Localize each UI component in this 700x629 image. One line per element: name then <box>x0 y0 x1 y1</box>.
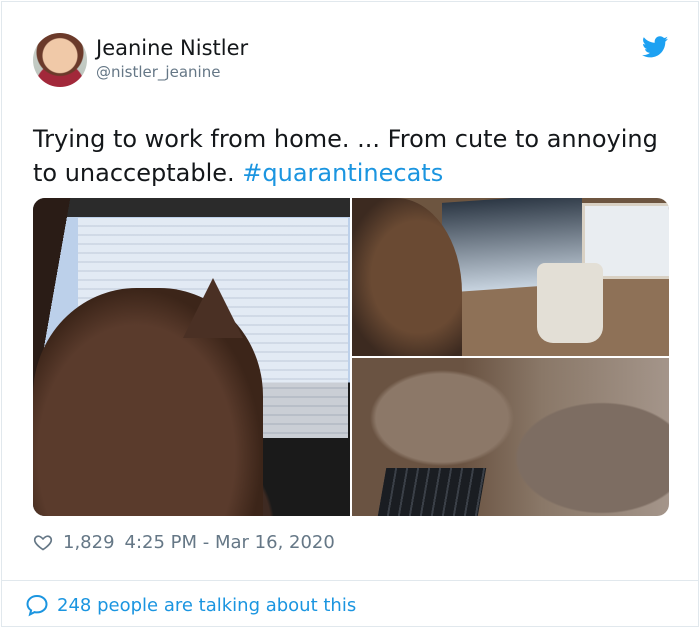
tweet-text: Trying to work from home. ... From cute … <box>33 122 673 190</box>
twitter-bird-icon[interactable] <box>642 36 668 58</box>
speech-bubble-icon <box>26 594 48 617</box>
conversation-link[interactable]: 248 people are talking about this <box>25 592 356 618</box>
photo-cat-with-mug[interactable] <box>352 198 669 356</box>
hashtag-link[interactable]: #quarantinecats <box>242 159 443 187</box>
avatar[interactable] <box>33 33 87 87</box>
like-count[interactable]: 1,829 <box>63 532 115 553</box>
heart-outline-icon[interactable] <box>33 532 53 552</box>
conversation-label: 248 people are talking about this <box>57 594 357 616</box>
author-handle[interactable]: @nistler_jeanine <box>96 63 220 81</box>
cat-ear <box>183 278 243 338</box>
mug <box>537 263 603 343</box>
timestamp[interactable]: 4:25 PM - Mar 16, 2020 <box>125 532 335 553</box>
media-grid <box>33 198 669 516</box>
photo-cat-on-keyboard[interactable] <box>352 358 669 516</box>
tweet-header: Jeanine Nistler @nistler_jeanine <box>33 33 668 89</box>
tweet-card: Jeanine Nistler @nistler_jeanine Trying … <box>1 1 699 627</box>
author-name[interactable]: Jeanine Nistler <box>96 36 248 60</box>
divider <box>2 580 698 581</box>
tweet-footer: 1,829 4:25 PM - Mar 16, 2020 <box>33 530 335 554</box>
keyboard <box>377 468 487 516</box>
photo-cat-at-laptop[interactable] <box>33 198 350 516</box>
